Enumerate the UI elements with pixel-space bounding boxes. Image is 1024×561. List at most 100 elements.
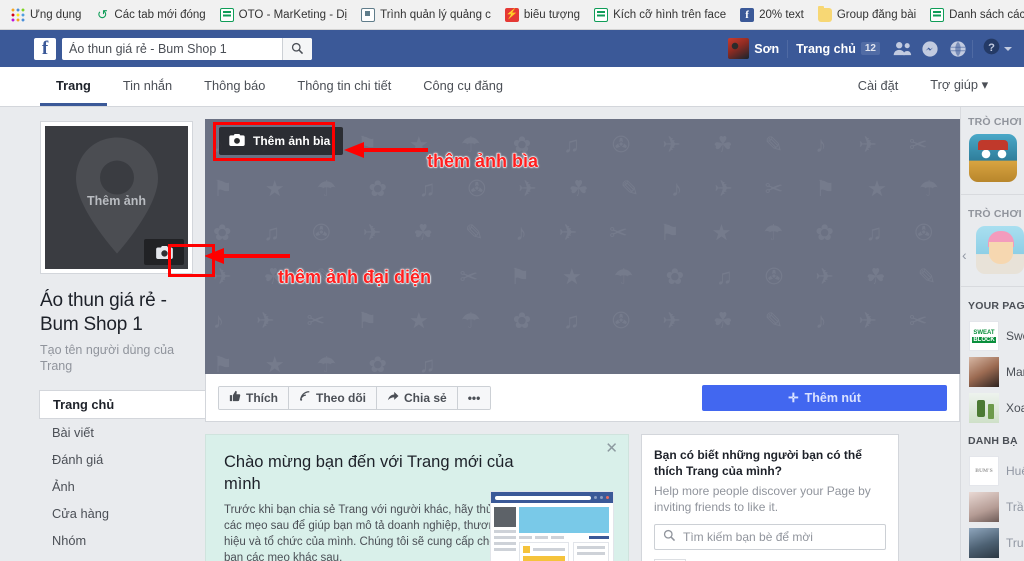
home-badge: 12	[860, 42, 880, 55]
apps-grid-icon	[11, 7, 25, 22]
search-input[interactable]	[62, 37, 282, 60]
marketing-thumb-icon	[969, 357, 999, 387]
tab-thong-tin-chi-tiet[interactable]: Thông tin chi tiết	[281, 67, 407, 106]
user-profile-link[interactable]: Sơn	[724, 30, 787, 67]
bookmark-item[interactable]: Ứng dụng	[4, 3, 88, 27]
rss-follow-icon	[299, 390, 311, 405]
friend-requests-icon[interactable]	[888, 30, 916, 67]
contact-item[interactable]: Truon	[961, 525, 1024, 561]
messenger-icon[interactable]	[916, 30, 944, 67]
tran-thumb-icon	[969, 492, 999, 522]
chevron-left-icon[interactable]: ‹	[962, 248, 967, 262]
game-thumbnail	[969, 134, 1017, 182]
contact-item[interactable]: BUM'S Huế H	[961, 453, 1024, 489]
add-cover-photo-button[interactable]: Thêm ảnh bìa	[219, 127, 344, 155]
page-item[interactable]: SWEATBLOCK Swea	[961, 318, 1024, 354]
page-item[interactable]: Marke	[961, 354, 1024, 390]
bookmark-item[interactable]: OTO - MarKeting - Dị	[213, 3, 354, 27]
sidebar-item-danh-gia[interactable]: Đánh giá	[40, 446, 205, 473]
create-username-link[interactable]: Tạo tên người dùng của Trang	[40, 342, 205, 374]
invite-friends-card: Bạn có biết những người bạn có thể thích…	[641, 434, 899, 561]
games-recent-heading: TRÒ CHƠI CŨ	[968, 116, 1024, 128]
share-arrow-icon	[387, 390, 399, 405]
add-button-label: Thêm nút	[804, 390, 861, 405]
welcome-card: ✕ Chào mừng bạn đến với Trang mới của mì…	[205, 434, 629, 561]
share-button[interactable]: Chia sẻ	[377, 386, 458, 409]
illustration-dot	[600, 496, 603, 499]
facebook-logo-icon[interactable]: f	[34, 37, 56, 60]
profile-picture-placeholder[interactable]: Thêm ảnh	[45, 126, 188, 269]
divider	[961, 194, 1024, 195]
sidebar-item-trang-chu[interactable]: Trang chủ	[39, 390, 205, 419]
illustration-line	[577, 546, 605, 549]
close-icon[interactable]: ✕	[605, 441, 618, 456]
bookmark-item[interactable]: ⚡ biểu tượng	[498, 3, 587, 27]
welcome-card-body: Trước khi bạn chia sẻ Trang với người kh…	[224, 504, 502, 561]
tab-thong-bao[interactable]: Thông báo	[188, 67, 281, 106]
bookmark-item[interactable]: Group đăng bài	[811, 3, 923, 27]
tab-tro-giup[interactable]: Trợ giúp ▾	[914, 67, 1004, 106]
help-menu[interactable]: ?	[973, 38, 1018, 60]
bookmark-item[interactable]: Danh sách các bài viế	[923, 3, 1024, 27]
contact-item-label: Truon	[1006, 536, 1024, 550]
illustration-body	[491, 503, 613, 561]
sheets-icon	[930, 7, 945, 22]
tab-tin-nhan[interactable]: Tin nhắn	[107, 67, 188, 106]
xoan-thumb-icon	[969, 393, 999, 423]
bookmark-item[interactable]: f 20% text	[733, 3, 811, 27]
sheets-icon	[219, 7, 234, 22]
like-button[interactable]: Thích	[219, 386, 289, 409]
home-link[interactable]: Trang chủ 12	[788, 30, 888, 67]
tab-cai-dat[interactable]: Cài đặt	[842, 67, 915, 106]
bookmark-label: Kích cỡ hình trên face	[613, 8, 727, 21]
game-item-suggested[interactable]: ‹	[961, 226, 1024, 282]
search-bar[interactable]	[62, 37, 312, 60]
notifications-globe-icon[interactable]	[944, 30, 972, 67]
svg-text:?: ?	[988, 41, 995, 53]
tab-trang[interactable]: Trang	[40, 67, 107, 106]
add-button[interactable]: ✛ Thêm nút	[702, 384, 947, 411]
profile-picture-container[interactable]: Thêm ảnh	[40, 121, 215, 277]
illustration-sidebar	[491, 503, 519, 561]
illustration-column-right	[573, 542, 609, 561]
annotation-label-avatar: thêm ảnh đại diện	[278, 267, 432, 288]
page-item[interactable]: Xoan	[961, 390, 1024, 426]
bookmark-item[interactable]: Kích cỡ hình trên face	[587, 3, 733, 27]
illustration-tab	[551, 536, 564, 539]
contact-item[interactable]: Trần T	[961, 489, 1024, 525]
illustration-tabs	[519, 536, 609, 539]
camera-icon	[229, 133, 245, 149]
bookmark-item[interactable]: ↺ Các tab mới đóng	[88, 3, 212, 27]
sidebar-item-anh[interactable]: Ảnh	[40, 473, 205, 500]
annotation-arrow-cover	[344, 142, 428, 158]
sidebar-item-nhom[interactable]: Nhóm	[40, 527, 205, 554]
sidebar-item-video[interactable]: Video	[40, 554, 205, 561]
sidebar-item-cua-hang[interactable]: Cửa hàng	[40, 500, 205, 527]
illustration-line	[533, 548, 565, 551]
browser-bookmarks-bar: Ứng dụng ↺ Các tab mới đóng OTO - MarKet…	[0, 0, 1024, 30]
invite-search-input[interactable]: Tìm kiếm bạn bè để mời	[654, 524, 886, 550]
games-suggested-heading: TRÒ CHƠI ĐƯ	[968, 208, 1024, 220]
game-item-recent[interactable]	[961, 134, 1024, 190]
avatar	[728, 38, 750, 59]
bookmark-item[interactable]: Trình quản lý quảng c	[354, 3, 498, 27]
bolt-icon: ⚡	[504, 7, 519, 22]
bookmark-label: OTO - MarKeting - Dị	[238, 8, 348, 21]
follow-button[interactable]: Theo dõi	[289, 386, 377, 409]
illustration-columns	[519, 542, 609, 561]
illustration-tab	[519, 536, 532, 539]
more-options-icon[interactable]: •••	[457, 386, 491, 409]
sidebar-item-bai-viet[interactable]: Bài viết	[40, 419, 205, 446]
center-column: ♪ ✈ ✂ ⚑ ★ ☂ ✿ ♫ ✇ ✈ ☘ ✎ ♪ ✈ ✂ ⚑ ★ ☂ ✿ ♫ …	[205, 107, 960, 561]
history-icon: ↺	[96, 6, 108, 22]
search-icon[interactable]	[282, 37, 312, 60]
search-icon	[663, 529, 676, 545]
illustration-main	[519, 503, 613, 561]
tab-cong-cu-dang[interactable]: Công cụ đăng	[407, 67, 519, 106]
cover-photo-area[interactable]: ♪ ✈ ✂ ⚑ ★ ☂ ✿ ♫ ✇ ✈ ☘ ✎ ♪ ✈ ✂ ⚑ ★ ☂ ✿ ♫ …	[205, 119, 960, 374]
follow-button-label: Theo dõi	[316, 390, 366, 405]
contacts-heading: DANH BẠ	[968, 435, 1018, 447]
camera-icon[interactable]	[144, 239, 184, 265]
illustration-tab	[535, 536, 548, 539]
page-item-label: Swea	[1006, 329, 1024, 343]
